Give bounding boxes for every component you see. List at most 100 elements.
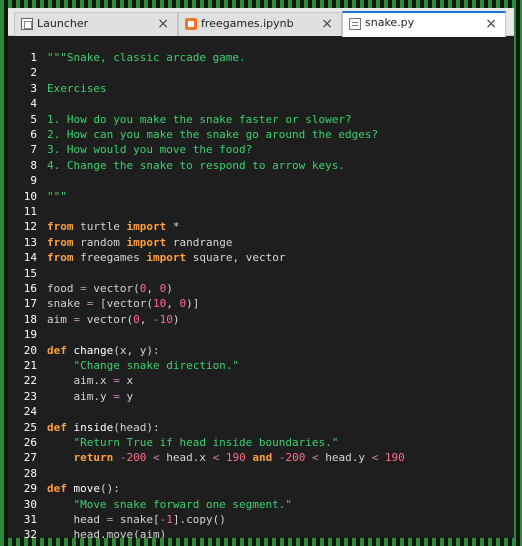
code-line[interactable]: 11 bbox=[8, 204, 514, 219]
code-line[interactable]: 5 1. How do you make the snake faster or … bbox=[8, 112, 514, 127]
code-line[interactable]: 25 def inside(head): bbox=[8, 420, 514, 435]
code-line[interactable]: 24 bbox=[8, 404, 514, 419]
code-token: ) bbox=[172, 312, 180, 326]
line-number: 12 bbox=[23, 220, 37, 234]
code-text: """ bbox=[47, 189, 67, 204]
code-token: turtle bbox=[73, 220, 127, 234]
code-token: ].copy() bbox=[172, 513, 226, 526]
tab-launcher[interactable]: Launcher × bbox=[14, 12, 178, 36]
code-editor[interactable]: 1 """Snake, classic arcade game. 2 3 Exercis… bbox=[8, 46, 514, 538]
code-token: (x, y): bbox=[113, 343, 160, 357]
tab-freegames-notebook[interactable]: freegames.ipynb × bbox=[178, 12, 342, 36]
code-token: 10 bbox=[152, 297, 167, 311]
code-line[interactable]: 27 return -200 < head.x < 190 and -200 <… bbox=[8, 450, 514, 465]
code-text: """Snake, classic arcade game. bbox=[47, 50, 246, 65]
code-token: from bbox=[47, 251, 74, 265]
code-token: (head): bbox=[113, 420, 160, 434]
code-line[interactable]: 15 bbox=[8, 266, 514, 281]
code-token: , bbox=[146, 282, 160, 295]
code-line[interactable]: 23 aim.y = y bbox=[8, 389, 514, 404]
code-line[interactable]: 6 2. How can you make the snake go around… bbox=[8, 127, 514, 142]
code-token: < bbox=[311, 451, 319, 465]
line-number: 4 bbox=[30, 97, 37, 111]
code-line[interactable]: 29 def move(): bbox=[8, 481, 514, 496]
code-token: x bbox=[119, 374, 134, 388]
code-token: aim.x bbox=[47, 374, 114, 388]
line-number: 29 bbox=[23, 482, 37, 496]
code-line[interactable]: 12 from turtle import * bbox=[8, 219, 514, 234]
code-token: "Return True if head inside boundaries." bbox=[47, 436, 339, 449]
code-line[interactable]: 3 Exercises bbox=[8, 81, 514, 96]
tab-label: freegames.ipynb bbox=[201, 17, 294, 30]
code-text: Exercises bbox=[47, 81, 107, 96]
code-line[interactable]: 19 bbox=[8, 327, 514, 342]
close-icon[interactable]: × bbox=[321, 15, 333, 33]
line-number: 13 bbox=[23, 235, 37, 249]
code-token: -1 bbox=[159, 513, 173, 526]
code-token: food bbox=[47, 282, 81, 295]
line-number: 30 bbox=[23, 497, 37, 511]
line-number: 6 bbox=[30, 128, 37, 141]
code-text: head.move(aim) bbox=[47, 527, 166, 538]
code-token: y bbox=[119, 389, 134, 403]
code-line[interactable]: 10 """ bbox=[8, 189, 514, 204]
code-line[interactable]: 14 from freegames import square, vector bbox=[8, 250, 514, 265]
code-token: aim bbox=[47, 312, 74, 326]
code-text: 1. How do you make the snake faster or s… bbox=[47, 112, 352, 127]
line-number: 26 bbox=[23, 436, 37, 449]
code-line[interactable]: 32 head.move(aim) bbox=[8, 527, 514, 538]
code-line[interactable]: 31 head = snake[-1].copy() bbox=[8, 512, 514, 527]
code-text: return -200 < head.x < 190 and -200 < he… bbox=[47, 450, 405, 465]
code-token: head.x bbox=[159, 451, 213, 465]
line-number: 3 bbox=[30, 81, 37, 95]
code-line[interactable]: 28 bbox=[8, 466, 514, 481]
code-token: head.y bbox=[318, 451, 372, 465]
code-line[interactable]: 1 """Snake, classic arcade game. bbox=[8, 50, 514, 65]
code-line[interactable]: 7 3. How would you move the food? bbox=[8, 142, 514, 157]
tab-snake-py[interactable]: snake.py × bbox=[342, 11, 506, 37]
code-text: snake = [vector(10, 0)] bbox=[47, 296, 199, 311]
line-number: 22 bbox=[23, 374, 37, 388]
code-token: "Move snake forward one segment." bbox=[47, 497, 293, 511]
line-number: 15 bbox=[23, 266, 37, 280]
code-token: def bbox=[47, 482, 67, 496]
code-token: -200 bbox=[119, 451, 147, 465]
code-text: "Move snake forward one segment." bbox=[47, 497, 292, 512]
code-token: return bbox=[73, 451, 114, 465]
code-line[interactable]: 22 aim.x = x bbox=[8, 373, 514, 388]
code-line[interactable]: 26 "Return True if head inside boundarie… bbox=[8, 435, 514, 450]
code-line[interactable]: 17 snake = [vector(10, 0)] bbox=[8, 296, 514, 311]
code-token: random bbox=[73, 235, 127, 249]
code-line[interactable]: 18 aim = vector(0, -10) bbox=[8, 312, 514, 327]
code-line[interactable]: 30 "Move snake forward one segment." bbox=[8, 497, 514, 512]
line-number: 8 bbox=[30, 158, 37, 172]
code-text: aim = vector(0, -10) bbox=[47, 312, 179, 327]
code-line[interactable]: 4 bbox=[8, 96, 514, 111]
code-line[interactable]: 2 bbox=[8, 65, 514, 80]
close-icon[interactable]: × bbox=[485, 15, 497, 33]
code-line[interactable]: 16 food = vector(0, 0) bbox=[8, 281, 514, 296]
code-token: 190 bbox=[225, 451, 246, 465]
code-token: randrange bbox=[166, 235, 233, 249]
code-token: aim.y bbox=[47, 389, 114, 403]
code-token: , bbox=[166, 297, 180, 311]
code-line[interactable]: 21 "Change snake direction." bbox=[8, 358, 514, 373]
close-icon[interactable]: × bbox=[157, 15, 169, 33]
code-token: import bbox=[126, 235, 167, 249]
code-token: from bbox=[47, 235, 74, 249]
code-line[interactable]: 9 bbox=[8, 173, 514, 188]
code-token: from bbox=[47, 220, 74, 234]
code-text: aim.y = y bbox=[47, 389, 133, 404]
code-line[interactable]: 20 def change(x, y): bbox=[8, 343, 514, 358]
code-token: -200 bbox=[278, 451, 306, 465]
notebook-icon bbox=[185, 18, 197, 30]
code-line[interactable]: 13 from random import randrange bbox=[8, 235, 514, 250]
line-number: 1 bbox=[30, 51, 37, 64]
code-token: = bbox=[113, 374, 120, 388]
line-number: 21 bbox=[23, 359, 37, 372]
code-line[interactable]: 8 4. Change the snake to respond to arrow… bbox=[8, 158, 514, 173]
